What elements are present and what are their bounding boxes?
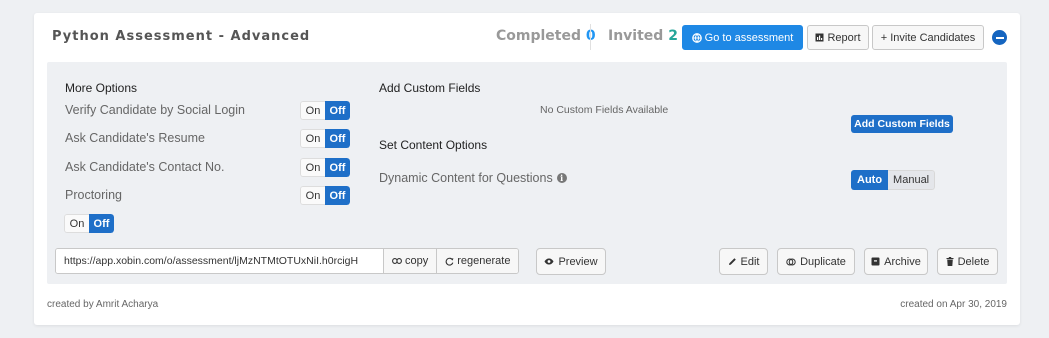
- toggle-on[interactable]: On: [300, 129, 325, 148]
- archive-icon: [871, 257, 880, 266]
- toggle-social-login[interactable]: On Off: [300, 101, 350, 120]
- add-custom-fields-button[interactable]: Add Custom Fields: [851, 115, 953, 133]
- archive-button[interactable]: Archive: [864, 248, 928, 275]
- invited-count: 2: [668, 28, 678, 44]
- no-custom-fields-text: No Custom Fields Available: [540, 104, 669, 116]
- more-options-heading: More Options: [65, 81, 138, 95]
- custom-fields-heading: Add Custom Fields: [379, 81, 481, 95]
- toggle-contact[interactable]: On Off: [300, 158, 350, 177]
- assessment-link-input[interactable]: [56, 249, 383, 273]
- created-on: created on Apr 30, 2019: [900, 299, 1007, 310]
- copy-link-button[interactable]: copy: [383, 249, 437, 273]
- link-icon: [392, 258, 402, 264]
- toggle-proctoring[interactable]: On Off: [300, 186, 350, 205]
- pencil-icon: [728, 257, 737, 266]
- option-label-resume: Ask Candidate's Resume: [65, 131, 205, 145]
- edit-label: Edit: [740, 255, 760, 268]
- edit-button[interactable]: Edit: [719, 248, 768, 275]
- options-panel: More Options Verify Candidate by Social …: [47, 62, 1007, 284]
- info-icon[interactable]: i: [556, 173, 567, 183]
- invited-stat[interactable]: Invited 2: [608, 28, 678, 44]
- duplicate-label: Duplicate: [800, 255, 846, 268]
- toggle-off[interactable]: Off: [325, 129, 350, 148]
- option-label-social-login: Verify Candidate by Social Login: [65, 103, 245, 117]
- option-label-proctoring: Proctoring: [65, 188, 122, 202]
- manual-option[interactable]: Manual: [888, 170, 936, 190]
- toggle-on[interactable]: On: [300, 186, 325, 205]
- invite-candidates-label: + Invite Candidates: [880, 31, 976, 44]
- trash-icon: [946, 257, 954, 266]
- assessment-title: Python Assessment - Advanced: [52, 29, 311, 44]
- delete-label: Delete: [957, 255, 990, 268]
- invite-candidates-button[interactable]: + Invite Candidates: [872, 25, 984, 50]
- created-by: created by Amrit Acharya: [47, 299, 159, 310]
- refresh-icon: [445, 257, 454, 266]
- globe-icon: [691, 32, 702, 43]
- archive-label: Archive: [884, 255, 921, 268]
- toggle-off[interactable]: Off: [325, 158, 350, 177]
- toggle-on[interactable]: On: [64, 214, 89, 233]
- go-to-assessment-label: Go to assessment: [704, 31, 794, 44]
- content-options-heading: Set Content Options: [379, 138, 488, 152]
- auto-option[interactable]: Auto: [851, 170, 889, 190]
- preview-button[interactable]: Preview: [536, 248, 606, 275]
- toggle-on[interactable]: On: [300, 158, 325, 177]
- toggle-off[interactable]: Off: [89, 214, 114, 233]
- duplicate-button[interactable]: Duplicate: [777, 248, 855, 275]
- completed-label: Completed: [496, 28, 582, 44]
- stat-divider: [590, 24, 591, 50]
- preview-label: Preview: [558, 255, 598, 268]
- toggle-extra[interactable]: On Off: [64, 214, 114, 233]
- regenerate-label: regenerate: [457, 255, 511, 267]
- assessment-link-group: copy regenerate: [55, 248, 520, 274]
- dynamic-content-label: Dynamic Content for Questions i: [379, 171, 567, 185]
- report-button[interactable]: Report: [807, 25, 869, 50]
- minus-circle-icon[interactable]: [992, 30, 1007, 45]
- invited-label: Invited: [608, 28, 664, 44]
- toggle-on[interactable]: On: [300, 101, 325, 120]
- completed-stat[interactable]: Completed 0: [496, 28, 596, 44]
- assessment-card: Python Assessment - Advanced Completed 0…: [34, 13, 1020, 325]
- toggle-resume[interactable]: On Off: [300, 129, 350, 148]
- copy-label: copy: [405, 255, 429, 267]
- dynamic-content-text: Dynamic Content for Questions: [379, 171, 553, 185]
- toggle-off[interactable]: Off: [325, 186, 350, 205]
- regenerate-link-button[interactable]: regenerate: [436, 249, 519, 273]
- delete-button[interactable]: Delete: [937, 248, 998, 275]
- eye-icon: [544, 258, 554, 265]
- chart-icon: [815, 33, 824, 42]
- toggle-off[interactable]: Off: [325, 101, 350, 120]
- report-label: Report: [827, 31, 861, 44]
- duplicate-icon: [786, 258, 796, 266]
- go-to-assessment-button[interactable]: Go to assessment: [682, 25, 803, 50]
- option-label-contact: Ask Candidate's Contact No.: [65, 160, 225, 174]
- content-mode-toggle[interactable]: Auto Manual: [851, 170, 936, 190]
